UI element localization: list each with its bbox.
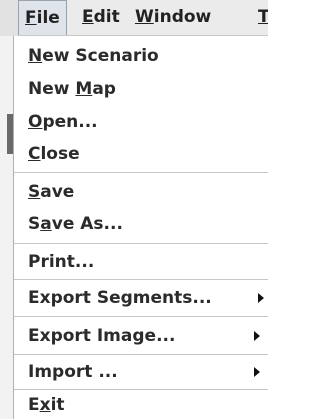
menu-window-label: indow [153, 7, 212, 27]
menu-separator [14, 243, 268, 244]
file-menu-popup: New Scenario New Map Open... Close Save … [13, 36, 268, 419]
menu-bar-edge [0, 0, 18, 36]
window-edge [0, 36, 13, 419]
menu-tools-mnemonic: T [258, 7, 268, 27]
submenu-arrow-icon [254, 331, 260, 341]
menu-separator [14, 279, 268, 280]
menu-file-mnemonic: F [25, 8, 37, 28]
menu-bar: File Edit Window T [0, 0, 268, 36]
menu-item-export-image[interactable]: Export Image... [14, 322, 268, 350]
menu-window[interactable]: Window [129, 0, 217, 35]
menu-item-close[interactable]: Close [14, 140, 268, 168]
menu-item-exit[interactable]: Exit [14, 391, 268, 419]
menu-window-mnemonic: W [135, 7, 154, 27]
menu-item-open[interactable]: Open... [14, 108, 268, 136]
menu-separator [14, 172, 268, 173]
menu-item-export-segments[interactable]: Export Segments... [14, 284, 268, 312]
submenu-arrow-icon [254, 367, 260, 377]
menu-edit[interactable]: Edit [76, 0, 126, 35]
menu-item-new-scenario[interactable]: New Scenario [14, 42, 268, 70]
menu-separator [14, 389, 268, 390]
menu-tools-partial[interactable]: T [254, 0, 268, 35]
menu-item-save-as[interactable]: Save As... [14, 210, 268, 238]
menu-edit-mnemonic: E [82, 7, 94, 27]
menu-file[interactable]: File [18, 0, 67, 35]
menu-item-new-map[interactable]: New Map [14, 75, 268, 103]
submenu-arrow-icon [258, 293, 264, 303]
menu-separator [14, 354, 268, 355]
menu-edit-label: dit [93, 7, 120, 27]
menu-separator [14, 316, 268, 317]
menu-item-save[interactable]: Save [14, 178, 268, 206]
menu-file-label: ile [36, 8, 60, 28]
menu-item-print[interactable]: Print... [14, 248, 268, 276]
menu-item-import[interactable]: Import ... [14, 358, 268, 386]
